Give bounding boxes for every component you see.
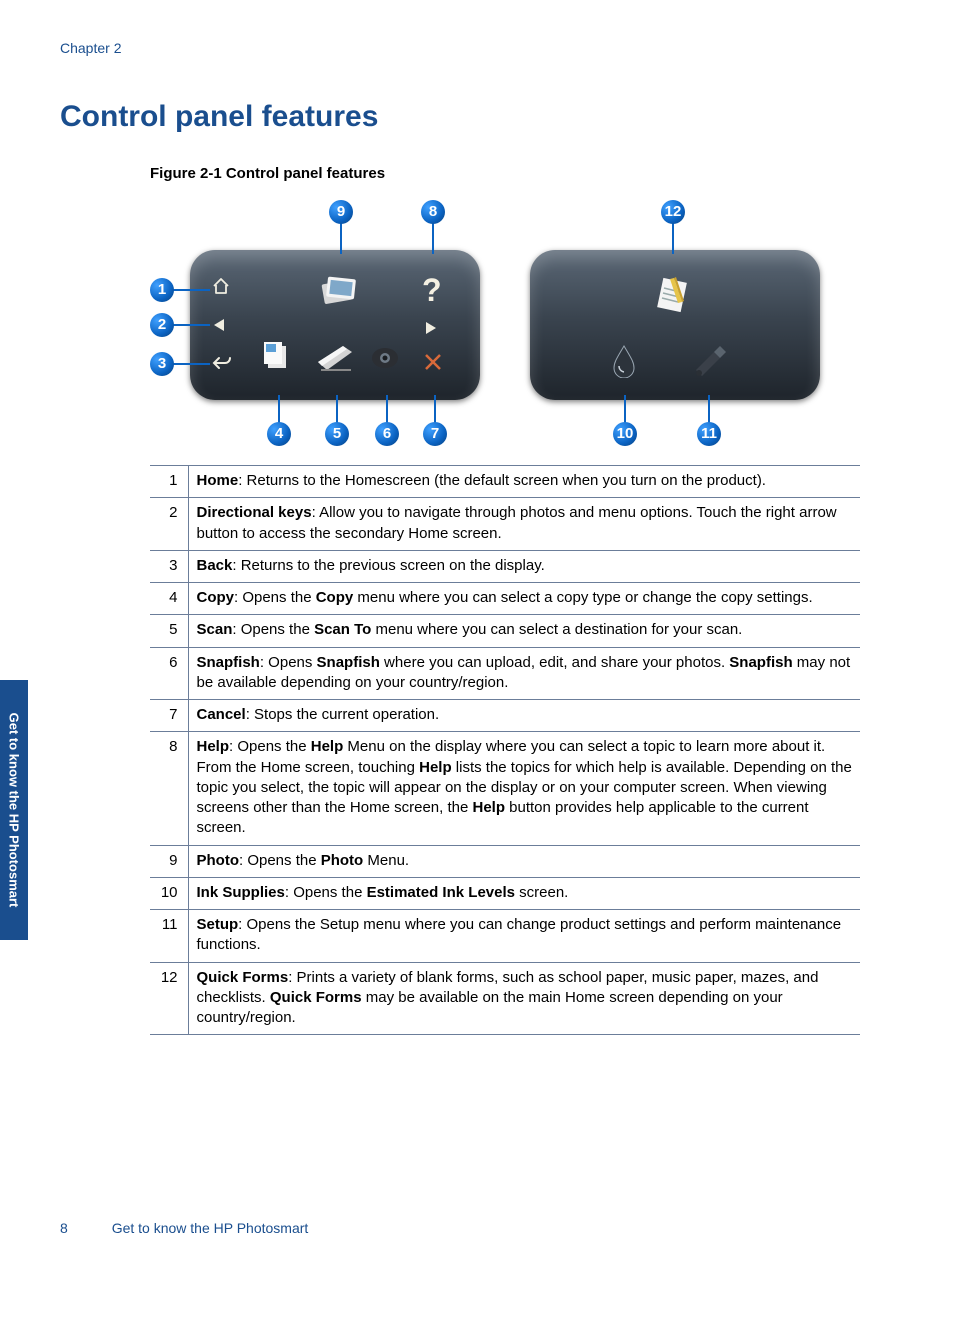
quick-forms-icon [652,276,694,323]
side-tab: Get to know the HP Photosmart [0,680,28,940]
table-row: 3Back: Returns to the previous screen on… [150,550,860,582]
table-row: 8Help: Opens the Help Menu on the displa… [150,732,860,845]
callout-line [432,222,434,254]
right-arrow-icon [422,316,440,340]
feature-desc: Help: Opens the Help Menu on the display… [188,732,860,845]
page-number: 8 [60,1220,68,1236]
feature-num: 2 [150,498,188,551]
table-row: 11Setup: Opens the Setup menu where you … [150,910,860,963]
photo-icon [315,270,363,313]
callout-5: 5 [325,422,349,446]
control-panel-right [530,250,820,400]
ink-icon [610,344,638,383]
table-row: 7Cancel: Stops the current operation. [150,700,860,732]
feature-desc: Snapfish: Opens Snapfish where you can u… [188,647,860,700]
copy-icon [260,336,298,379]
callout-1: 1 [150,278,174,302]
feature-desc: Directional keys: Allow you to navigate … [188,498,860,551]
feature-num: 7 [150,700,188,732]
table-row: 10Ink Supplies: Opens the Estimated Ink … [150,877,860,909]
callout-8: 8 [421,200,445,224]
callout-10: 10 [613,422,637,446]
table-row: 12Quick Forms: Prints a variety of blank… [150,962,860,1035]
scan-icon [315,342,355,379]
table-row: 1Home: Returns to the Homescreen (the de… [150,466,860,498]
callout-9: 9 [329,200,353,224]
callout-4: 4 [267,422,291,446]
home-icon [212,278,230,299]
feature-num: 6 [150,647,188,700]
feature-num: 9 [150,845,188,877]
feature-desc: Photo: Opens the Photo Menu. [188,845,860,877]
left-arrow-icon [212,316,230,337]
callout-line [672,222,674,254]
cancel-icon [424,352,442,376]
feature-desc: Setup: Opens the Setup menu where you ca… [188,910,860,963]
feature-desc: Copy: Opens the Copy menu where you can … [188,583,860,615]
feature-desc: Ink Supplies: Opens the Estimated Ink Le… [188,877,860,909]
table-row: 5Scan: Opens the Scan To menu where you … [150,615,860,647]
callout-2: 2 [150,313,174,337]
callout-6: 6 [375,422,399,446]
callout-line [340,222,342,254]
callout-line [434,395,436,423]
feature-num: 4 [150,583,188,615]
footer-title: Get to know the HP Photosmart [112,1220,309,1236]
callout-line [336,395,338,423]
callout-line [708,395,710,423]
feature-table: 1Home: Returns to the Homescreen (the de… [150,465,860,1035]
feature-num: 11 [150,910,188,963]
figure-caption: Figure 2-1 Control panel features [150,165,385,182]
figure-diagram: ? [150,200,860,460]
feature-num: 12 [150,962,188,1035]
back-icon [212,356,232,377]
help-icon: ? [422,274,442,306]
snapfish-icon [370,346,400,375]
feature-desc: Home: Returns to the Homescreen (the def… [188,466,860,498]
callout-line [624,395,626,423]
feature-num: 5 [150,615,188,647]
side-tab-label: Get to know the HP Photosmart [7,713,22,908]
feature-num: 8 [150,732,188,845]
callout-11: 11 [697,422,721,446]
table-row: 2Directional keys: Allow you to navigate… [150,498,860,551]
chapter-label: Chapter 2 [60,40,121,56]
callout-line [278,395,280,423]
table-row: 9Photo: Opens the Photo Menu. [150,845,860,877]
feature-desc: Scan: Opens the Scan To menu where you c… [188,615,860,647]
callout-line [386,395,388,423]
control-panel-left: ? [190,250,480,400]
callout-3: 3 [150,352,174,376]
page-footer: 8 Get to know the HP Photosmart [60,1220,308,1236]
callout-7: 7 [423,422,447,446]
setup-icon [690,340,730,385]
table-row: 6Snapfish: Opens Snapfish where you can … [150,647,860,700]
table-row: 4Copy: Opens the Copy menu where you can… [150,583,860,615]
feature-desc: Cancel: Stops the current operation. [188,700,860,732]
feature-num: 10 [150,877,188,909]
feature-desc: Quick Forms: Prints a variety of blank f… [188,962,860,1035]
callout-12: 12 [661,200,685,224]
feature-num: 1 [150,466,188,498]
page-heading: Control panel features [60,100,378,134]
feature-desc: Back: Returns to the previous screen on … [188,550,860,582]
feature-num: 3 [150,550,188,582]
